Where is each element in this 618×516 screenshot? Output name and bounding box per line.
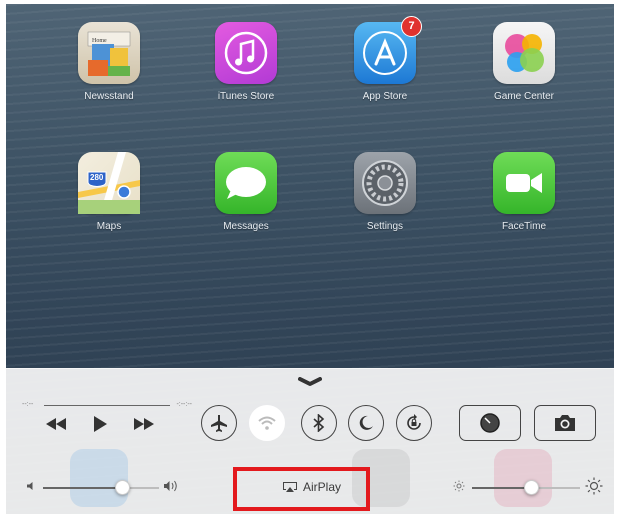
app-maps[interactable]: 280 Maps bbox=[54, 152, 164, 232]
volume-low-icon bbox=[27, 482, 33, 490]
moon-icon bbox=[359, 415, 373, 430]
notification-badge: 7 bbox=[401, 16, 422, 37]
app-label: Game Center bbox=[493, 91, 555, 102]
camera-button[interactable] bbox=[534, 405, 596, 441]
app-settings[interactable]: Settings bbox=[330, 152, 440, 232]
rewind-icon[interactable] bbox=[44, 417, 68, 431]
settings-icon bbox=[354, 152, 416, 214]
app-label: Messages bbox=[223, 221, 269, 232]
dock-safari-ghost bbox=[70, 449, 128, 507]
app-facetime[interactable]: FaceTime bbox=[469, 152, 579, 232]
airplay-highlight-box bbox=[233, 467, 370, 511]
volume-slider[interactable] bbox=[43, 480, 159, 495]
bluetooth-toggle[interactable] bbox=[301, 405, 337, 441]
app-label: iTunes Store bbox=[217, 91, 275, 102]
track-progress: --:-- -:--:-- bbox=[22, 401, 192, 411]
app-label: App Store bbox=[362, 91, 408, 102]
app-label: Settings bbox=[366, 221, 404, 232]
do-not-disturb-toggle[interactable] bbox=[348, 405, 384, 441]
facetime-icon bbox=[493, 152, 555, 214]
maps-icon: 280 bbox=[78, 152, 140, 214]
camera-icon bbox=[555, 415, 575, 431]
volume-fill bbox=[43, 487, 122, 489]
airplane-icon bbox=[211, 415, 227, 432]
brightness-low-icon bbox=[453, 480, 465, 492]
timer-button[interactable] bbox=[459, 405, 521, 441]
app-app-store[interactable]: 7 App Store bbox=[330, 16, 440, 102]
ipad-screen: Home Newsstand iTunes Store 7 App Store … bbox=[6, 4, 614, 514]
volume-thumb[interactable] bbox=[114, 480, 130, 495]
rotation-lock-icon bbox=[407, 414, 421, 430]
app-newsstand[interactable]: Home Newsstand bbox=[54, 22, 164, 102]
elapsed-time: --:-- bbox=[22, 401, 34, 408]
rotation-lock-toggle[interactable] bbox=[396, 405, 432, 441]
newsstand-icon: Home bbox=[78, 22, 140, 84]
track-progress-bar[interactable] bbox=[44, 405, 170, 406]
app-game-center[interactable]: Game Center bbox=[469, 22, 579, 102]
itunes-store-icon bbox=[215, 22, 277, 84]
fast-forward-icon[interactable] bbox=[132, 417, 156, 431]
grabber-chevron-icon[interactable] bbox=[298, 377, 322, 387]
messages-icon bbox=[215, 152, 277, 214]
game-center-icon bbox=[493, 22, 555, 84]
app-label: Maps bbox=[96, 221, 122, 232]
wifi-icon bbox=[258, 416, 276, 430]
app-label: Newsstand bbox=[84, 91, 134, 102]
app-messages[interactable]: Messages bbox=[191, 152, 301, 232]
app-label: FaceTime bbox=[501, 221, 547, 232]
brightness-slider[interactable] bbox=[472, 480, 580, 495]
app-store-icon: 7 bbox=[354, 16, 422, 84]
app-itunes-store[interactable]: iTunes Store bbox=[191, 22, 301, 102]
play-icon[interactable] bbox=[92, 415, 108, 433]
remaining-time: -:--:-- bbox=[176, 401, 192, 408]
airplane-mode-toggle[interactable] bbox=[201, 405, 237, 441]
timer-icon bbox=[480, 413, 500, 433]
brightness-fill bbox=[472, 487, 532, 489]
brightness-high-icon bbox=[585, 477, 603, 495]
svg-text:280: 280 bbox=[90, 173, 104, 182]
dock-music-ghost bbox=[494, 449, 552, 507]
volume-high-icon bbox=[164, 480, 177, 492]
svg-text:Home: Home bbox=[92, 38, 107, 44]
bluetooth-icon bbox=[313, 414, 325, 432]
wifi-toggle[interactable] bbox=[249, 405, 285, 441]
